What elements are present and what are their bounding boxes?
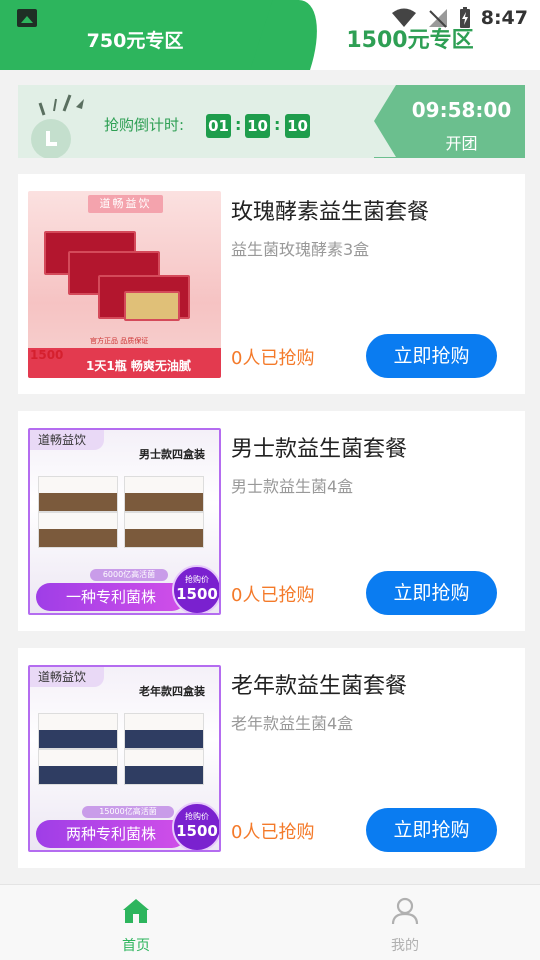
- alarm-clock-icon: [31, 94, 84, 158]
- image-price: 1500: [176, 822, 218, 840]
- tab-750-zone-label[interactable]: 750元专区: [70, 26, 200, 53]
- nav-item-home[interactable]: 首页: [86, 897, 186, 955]
- status-time: 8:47: [480, 7, 528, 29]
- image-bacteria-count: 15000亿高活菌: [82, 806, 174, 818]
- product-subtitle: 男士款益生菌4盒: [231, 477, 354, 496]
- product-sold-count: 0人已抢购: [231, 585, 315, 606]
- image-price: 1500: [30, 348, 64, 362]
- product-box-graphic: [38, 713, 118, 749]
- image-patent-label: 两种专利菌株: [36, 820, 186, 848]
- image-price-label: 抢购价: [185, 575, 209, 584]
- image-bacteria-count: 6000亿高活菌: [90, 569, 168, 581]
- product-box-graphic: [124, 713, 204, 749]
- product-box-graphic: [38, 749, 118, 785]
- countdown-minutes: 10: [245, 114, 270, 138]
- image-pack-title: 男士款四盒装: [139, 448, 205, 461]
- image-price-badge: 抢购价 1500: [172, 565, 219, 613]
- user-icon: [391, 897, 419, 925]
- nav-item-mine[interactable]: 我的: [355, 897, 455, 955]
- product-card[interactable]: 道畅益饮 男士款四盒装 6000亿高活菌 一种专利菌株 抢购价 1500 男士款…: [18, 411, 525, 631]
- signal-off-icon: [428, 9, 447, 28]
- image-patent-label: 一种专利菌株: [36, 583, 186, 611]
- battery-charging-icon: [459, 7, 470, 28]
- home-icon: [123, 899, 149, 923]
- product-box-graphic: [38, 512, 118, 548]
- product-box-graphic: [38, 476, 118, 512]
- open-time-panel: 09:58:00 开团: [374, 85, 525, 158]
- open-label: 开团: [445, 134, 478, 153]
- product-image[interactable]: 道畅益饮 男士款四盒装 6000亿高活菌 一种专利菌株 抢购价 1500: [28, 428, 221, 615]
- product-card[interactable]: 道畅益饮 老年款四盒装 15000亿高活菌 两种专利菌株 抢购价 1500 老年…: [18, 648, 525, 868]
- countdown-colon: :: [235, 115, 242, 134]
- image-price-badge: 抢购价 1500: [172, 802, 219, 850]
- product-card[interactable]: 道畅益饮 官方正品 品质保证 1500 1天1瓶 畅爽无油腻 玫瑰酵素益生菌套餐…: [18, 174, 525, 394]
- product-title: 玫瑰酵素益生菌套餐: [231, 200, 430, 225]
- image-brand: 道畅益饮: [30, 430, 104, 450]
- product-sold-count: 0人已抢购: [231, 822, 315, 843]
- product-box-graphic: [124, 512, 204, 548]
- image-pack-title: 老年款四盒装: [139, 685, 205, 698]
- image-price-label: 抢购价: [185, 812, 209, 821]
- nav-label-mine: 我的: [391, 938, 419, 954]
- image-tags: 官方正品 品质保证: [90, 337, 149, 345]
- buy-now-button[interactable]: 立即抢购: [366, 334, 497, 378]
- product-image[interactable]: 道畅益饮 官方正品 品质保证 1500 1天1瓶 畅爽无油腻: [28, 191, 221, 378]
- product-bottle-graphic: [124, 291, 180, 321]
- status-bar-right: 8:47: [391, 5, 528, 31]
- product-title: 男士款益生菌套餐: [231, 437, 408, 462]
- countdown-colon: :: [274, 115, 281, 134]
- image-brand: 道畅益饮: [88, 195, 163, 213]
- product-subtitle: 老年款益生菌4盒: [231, 714, 354, 733]
- nav-label-home: 首页: [122, 938, 150, 954]
- product-box-graphic: [124, 749, 204, 785]
- product-subtitle: 益生菌玫瑰酵素3盒: [231, 240, 370, 259]
- bottom-nav: 首页 我的: [0, 884, 540, 960]
- countdown-hours: 01: [206, 114, 231, 138]
- image-slogan: 1天1瓶 畅爽无油腻: [86, 359, 191, 373]
- open-time: 09:58:00: [411, 98, 512, 122]
- image-notification-icon: [17, 9, 37, 27]
- buy-now-button[interactable]: 立即抢购: [366, 571, 497, 615]
- countdown-banner: 抢购倒计时: 01 : 10 : 10 09:58:00 开团: [18, 85, 525, 158]
- product-sold-count: 0人已抢购: [231, 348, 315, 369]
- buy-now-button[interactable]: 立即抢购: [366, 808, 497, 852]
- image-brand: 道畅益饮: [30, 667, 104, 687]
- wifi-icon: [391, 8, 416, 27]
- product-box-graphic: [124, 476, 204, 512]
- countdown-seconds: 10: [285, 114, 310, 138]
- product-image[interactable]: 道畅益饮 老年款四盒装 15000亿高活菌 两种专利菌株 抢购价 1500: [28, 665, 221, 852]
- product-title: 老年款益生菌套餐: [231, 674, 408, 699]
- header: 750元专区 1500元专区 8:47: [0, 0, 540, 70]
- countdown-label: 抢购倒计时:: [104, 116, 185, 134]
- image-price: 1500: [176, 585, 218, 603]
